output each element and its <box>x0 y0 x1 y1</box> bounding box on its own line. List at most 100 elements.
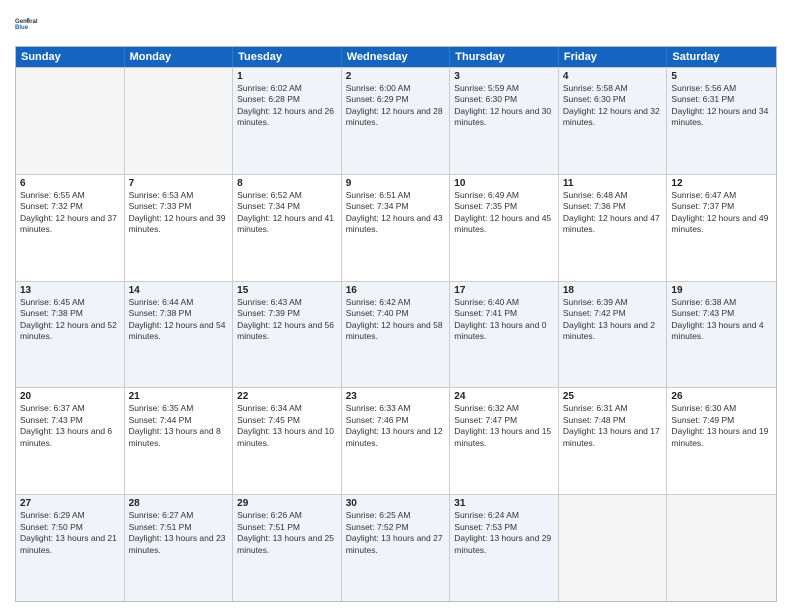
daylight-text: Daylight: 12 hours and 30 minutes. <box>454 106 554 129</box>
sunset-text: Sunset: 7:44 PM <box>129 415 229 426</box>
sunrise-text: Sunrise: 6:31 AM <box>563 403 663 414</box>
day-number: 7 <box>129 178 229 189</box>
sunrise-text: Sunrise: 6:40 AM <box>454 297 554 308</box>
sunset-text: Sunset: 7:32 PM <box>20 201 120 212</box>
header-day-wednesday: Wednesday <box>342 47 451 67</box>
sunrise-text: Sunrise: 6:25 AM <box>346 510 446 521</box>
cal-cell: 23Sunrise: 6:33 AMSunset: 7:46 PMDayligh… <box>342 388 451 494</box>
daylight-text: Daylight: 13 hours and 0 minutes. <box>454 320 554 343</box>
calendar-header: SundayMondayTuesdayWednesdayThursdayFrid… <box>16 47 776 67</box>
sunrise-text: Sunrise: 6:02 AM <box>237 83 337 94</box>
sunrise-text: Sunrise: 6:47 AM <box>671 190 772 201</box>
cal-cell: 21Sunrise: 6:35 AMSunset: 7:44 PMDayligh… <box>125 388 234 494</box>
sunset-text: Sunset: 7:43 PM <box>671 308 772 319</box>
cal-cell: 9Sunrise: 6:51 AMSunset: 7:34 PMDaylight… <box>342 175 451 281</box>
sunrise-text: Sunrise: 6:45 AM <box>20 297 120 308</box>
header-day-saturday: Saturday <box>667 47 776 67</box>
sunrise-text: Sunrise: 6:32 AM <box>454 403 554 414</box>
sunset-text: Sunset: 7:51 PM <box>237 522 337 533</box>
cal-cell: 16Sunrise: 6:42 AMSunset: 7:40 PMDayligh… <box>342 282 451 388</box>
daylight-text: Daylight: 12 hours and 41 minutes. <box>237 213 337 236</box>
sunset-text: Sunset: 7:41 PM <box>454 308 554 319</box>
day-number: 18 <box>563 285 663 296</box>
daylight-text: Daylight: 12 hours and 34 minutes. <box>671 106 772 129</box>
day-number: 22 <box>237 391 337 402</box>
cal-cell <box>559 495 668 601</box>
cal-cell: 3Sunrise: 5:59 AMSunset: 6:30 PMDaylight… <box>450 68 559 174</box>
day-number: 15 <box>237 285 337 296</box>
daylight-text: Daylight: 13 hours and 8 minutes. <box>129 426 229 449</box>
daylight-text: Daylight: 12 hours and 52 minutes. <box>20 320 120 343</box>
cal-cell: 10Sunrise: 6:49 AMSunset: 7:35 PMDayligh… <box>450 175 559 281</box>
sunset-text: Sunset: 7:39 PM <box>237 308 337 319</box>
sunset-text: Sunset: 7:33 PM <box>129 201 229 212</box>
daylight-text: Daylight: 13 hours and 17 minutes. <box>563 426 663 449</box>
cal-cell <box>125 68 234 174</box>
cal-cell: 27Sunrise: 6:29 AMSunset: 7:50 PMDayligh… <box>16 495 125 601</box>
daylight-text: Daylight: 13 hours and 4 minutes. <box>671 320 772 343</box>
day-number: 25 <box>563 391 663 402</box>
cal-cell: 11Sunrise: 6:48 AMSunset: 7:36 PMDayligh… <box>559 175 668 281</box>
day-number: 3 <box>454 71 554 82</box>
sunset-text: Sunset: 7:46 PM <box>346 415 446 426</box>
sunset-text: Sunset: 7:42 PM <box>563 308 663 319</box>
daylight-text: Daylight: 13 hours and 12 minutes. <box>346 426 446 449</box>
cal-cell: 31Sunrise: 6:24 AMSunset: 7:53 PMDayligh… <box>450 495 559 601</box>
cal-cell: 15Sunrise: 6:43 AMSunset: 7:39 PMDayligh… <box>233 282 342 388</box>
day-number: 11 <box>563 178 663 189</box>
sunset-text: Sunset: 7:51 PM <box>129 522 229 533</box>
sunset-text: Sunset: 7:53 PM <box>454 522 554 533</box>
sunrise-text: Sunrise: 6:51 AM <box>346 190 446 201</box>
day-number: 2 <box>346 71 446 82</box>
day-number: 8 <box>237 178 337 189</box>
sunrise-text: Sunrise: 6:00 AM <box>346 83 446 94</box>
sunrise-text: Sunrise: 6:30 AM <box>671 403 772 414</box>
daylight-text: Daylight: 13 hours and 23 minutes. <box>129 533 229 556</box>
day-number: 28 <box>129 498 229 509</box>
daylight-text: Daylight: 13 hours and 21 minutes. <box>20 533 120 556</box>
sunrise-text: Sunrise: 6:35 AM <box>129 403 229 414</box>
day-number: 9 <box>346 178 446 189</box>
cal-cell: 2Sunrise: 6:00 AMSunset: 6:29 PMDaylight… <box>342 68 451 174</box>
daylight-text: Daylight: 13 hours and 2 minutes. <box>563 320 663 343</box>
day-number: 16 <box>346 285 446 296</box>
daylight-text: Daylight: 12 hours and 45 minutes. <box>454 213 554 236</box>
calendar: SundayMondayTuesdayWednesdayThursdayFrid… <box>15 46 777 602</box>
header-day-monday: Monday <box>125 47 234 67</box>
sunset-text: Sunset: 6:30 PM <box>563 94 663 105</box>
daylight-text: Daylight: 13 hours and 25 minutes. <box>237 533 337 556</box>
sunrise-text: Sunrise: 6:42 AM <box>346 297 446 308</box>
day-number: 1 <box>237 71 337 82</box>
daylight-text: Daylight: 12 hours and 26 minutes. <box>237 106 337 129</box>
day-number: 31 <box>454 498 554 509</box>
sunset-text: Sunset: 6:29 PM <box>346 94 446 105</box>
cal-cell: 25Sunrise: 6:31 AMSunset: 7:48 PMDayligh… <box>559 388 668 494</box>
day-number: 5 <box>671 71 772 82</box>
day-number: 12 <box>671 178 772 189</box>
day-number: 30 <box>346 498 446 509</box>
daylight-text: Daylight: 12 hours and 47 minutes. <box>563 213 663 236</box>
day-number: 27 <box>20 498 120 509</box>
sunset-text: Sunset: 7:52 PM <box>346 522 446 533</box>
sunrise-text: Sunrise: 6:26 AM <box>237 510 337 521</box>
calendar-body: 1Sunrise: 6:02 AMSunset: 6:28 PMDaylight… <box>16 67 776 601</box>
cal-cell: 8Sunrise: 6:52 AMSunset: 7:34 PMDaylight… <box>233 175 342 281</box>
sunset-text: Sunset: 7:36 PM <box>563 201 663 212</box>
daylight-text: Daylight: 13 hours and 27 minutes. <box>346 533 446 556</box>
header-day-thursday: Thursday <box>450 47 559 67</box>
sunrise-text: Sunrise: 6:29 AM <box>20 510 120 521</box>
sunrise-text: Sunrise: 6:27 AM <box>129 510 229 521</box>
week-row-2: 13Sunrise: 6:45 AMSunset: 7:38 PMDayligh… <box>16 281 776 388</box>
sunset-text: Sunset: 7:35 PM <box>454 201 554 212</box>
day-number: 10 <box>454 178 554 189</box>
daylight-text: Daylight: 13 hours and 29 minutes. <box>454 533 554 556</box>
day-number: 21 <box>129 391 229 402</box>
sunrise-text: Sunrise: 6:39 AM <box>563 297 663 308</box>
header-day-sunday: Sunday <box>16 47 125 67</box>
cal-cell: 6Sunrise: 6:55 AMSunset: 7:32 PMDaylight… <box>16 175 125 281</box>
logo-icon: General Blue <box>15 10 43 38</box>
sunrise-text: Sunrise: 6:55 AM <box>20 190 120 201</box>
day-number: 13 <box>20 285 120 296</box>
cal-cell: 1Sunrise: 6:02 AMSunset: 6:28 PMDaylight… <box>233 68 342 174</box>
daylight-text: Daylight: 12 hours and 58 minutes. <box>346 320 446 343</box>
